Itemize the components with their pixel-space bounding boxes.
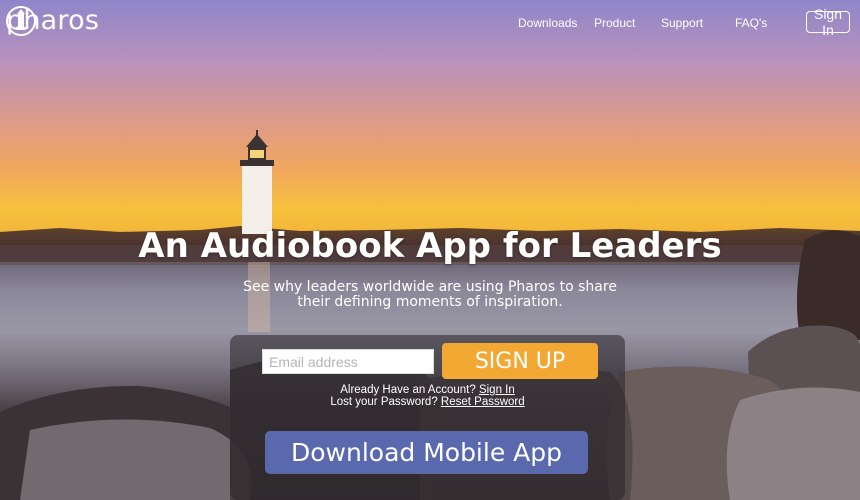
account-prompt-text: Already Have an Account? [340, 384, 476, 396]
sign-in-button[interactable]: Sign In [806, 6, 850, 38]
sign-up-button[interactable]: SIGN UP [442, 343, 598, 379]
nav-item-faqs[interactable]: FAQ's [735, 16, 767, 30]
nav-item-downloads[interactable]: Downloads [518, 16, 577, 30]
hero-background: pharos Downloads Product Support FAQ's S… [0, 0, 860, 500]
reset-password-link[interactable]: Reset Password [441, 396, 525, 408]
download-mobile-app-button[interactable]: Download Mobile App [265, 431, 588, 474]
brand[interactable]: pharos [6, 5, 99, 36]
hero-subline: See why leaders worldwide are using Phar… [0, 280, 860, 310]
hero-subline-line-2: their defining moments of inspiration. [297, 294, 563, 310]
password-prompt-line: Lost your Password? Reset Password [230, 396, 625, 409]
nav-item-product[interactable]: Product [594, 16, 635, 30]
nav-item-support[interactable]: Support [661, 16, 703, 30]
sign-in-link[interactable]: Sign In [479, 384, 515, 396]
password-prompt-text: Lost your Password? [330, 396, 438, 408]
hero-headline: An Audiobook App for Leaders [138, 226, 722, 266]
lighthouse-logo-icon [6, 6, 36, 36]
email-input[interactable] [262, 349, 434, 374]
hero-subline-line-1: See why leaders worldwide are using Phar… [243, 279, 617, 295]
